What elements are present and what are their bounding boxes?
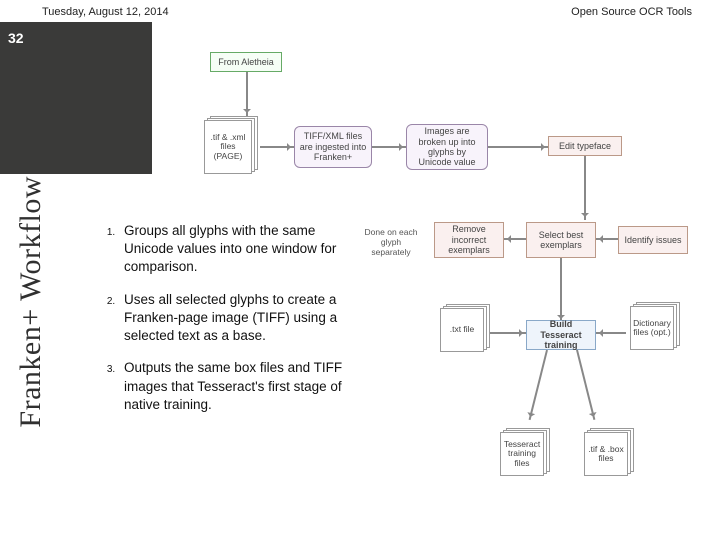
slide-number-block: 32: [0, 22, 152, 174]
side-caption: Done on each glyph separately: [362, 228, 420, 257]
node-ingest: TIFF/XML files are ingested into Franken…: [294, 126, 372, 168]
node-edit: Edit typeface: [548, 136, 622, 156]
node-source: From Aletheia: [210, 52, 282, 72]
slide-number: 32: [8, 30, 24, 46]
node-breakup: Images are broken up into glyphs by Unic…: [406, 124, 488, 170]
vertical-title: Franken+ Workflow: [14, 176, 48, 428]
header-title: Open Source OCR Tools: [571, 6, 692, 18]
workflow-diagram: From Aletheia .tif & .xml files (PAGE) T…: [150, 48, 720, 538]
node-build: Build Tesseract training: [526, 320, 596, 350]
node-remove: Remove incorrect exemplars: [434, 222, 504, 258]
node-identify: Identify issues: [618, 226, 688, 254]
header-date: Tuesday, August 12, 2014: [42, 6, 169, 18]
node-select: Select best exemplars: [526, 222, 596, 258]
